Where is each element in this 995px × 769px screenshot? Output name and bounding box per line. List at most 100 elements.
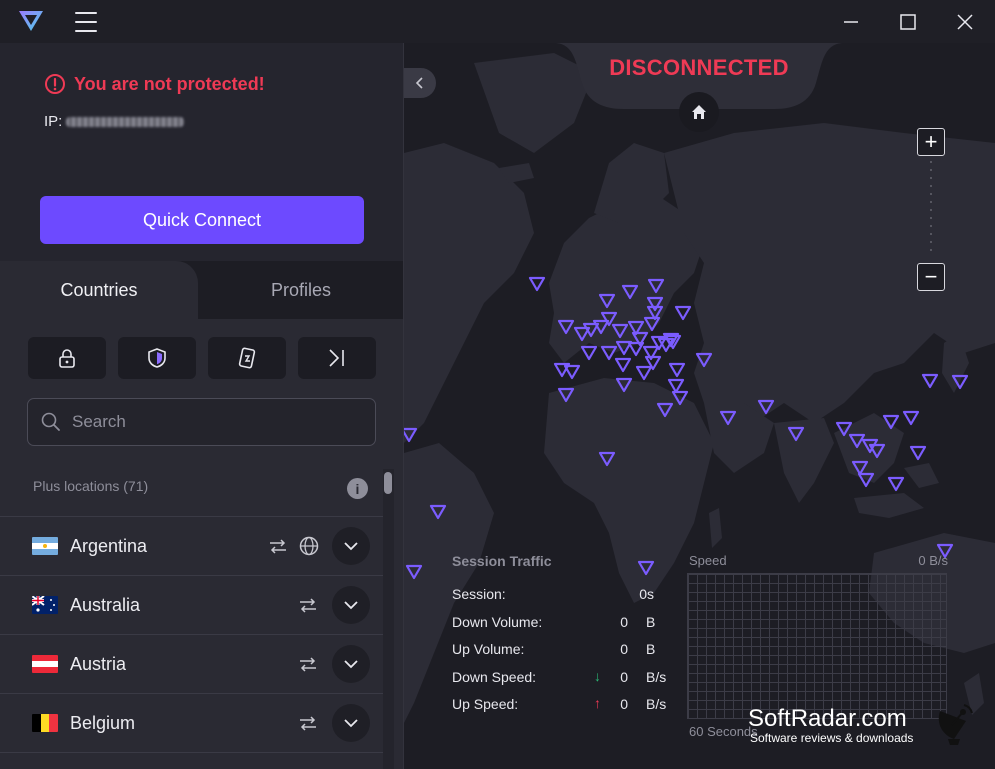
satellite-dish-icon bbox=[938, 704, 973, 745]
alert-circle-icon bbox=[45, 74, 65, 94]
info-icon[interactable]: i bbox=[347, 478, 368, 499]
country-row-argentina[interactable]: Argentina bbox=[0, 516, 383, 575]
ip-label: IP: bbox=[44, 113, 63, 130]
softradar-watermark: SoftRadar.com Software reviews & downloa… bbox=[748, 704, 978, 749]
server-marker-icon[interactable] bbox=[909, 445, 927, 461]
home-icon bbox=[692, 105, 706, 119]
close-button[interactable] bbox=[942, 6, 988, 38]
session-value: 0s bbox=[639, 586, 654, 602]
country-row-austria[interactable]: Austria bbox=[0, 634, 383, 693]
server-marker-icon[interactable] bbox=[614, 357, 632, 373]
up-volume-label: Up Volume: bbox=[452, 641, 525, 657]
country-row-australia[interactable]: Australia bbox=[0, 575, 383, 634]
collapse-sidebar-button[interactable] bbox=[404, 68, 436, 98]
server-marker-icon[interactable] bbox=[674, 305, 692, 321]
warning-text: You are not protected! bbox=[74, 73, 265, 94]
country-name: Austria bbox=[70, 653, 127, 674]
sidebar: You are not protected! IP: Quick Connect… bbox=[0, 43, 404, 769]
expand-belgium-button[interactable] bbox=[332, 704, 370, 742]
title-bar bbox=[0, 0, 995, 43]
down-speed-value: 0 bbox=[620, 669, 628, 685]
filter-split-button[interactable] bbox=[298, 337, 376, 379]
maximize-button[interactable] bbox=[885, 6, 931, 38]
scrollbar-thumb[interactable] bbox=[384, 472, 392, 494]
zoom-in-button[interactable]: + bbox=[917, 128, 945, 156]
filter-bar bbox=[28, 337, 376, 379]
countries-panel: Plus locations (71) i Argentina bbox=[0, 319, 403, 769]
australia-flag-icon bbox=[32, 596, 58, 614]
quick-connect-button[interactable]: Quick Connect bbox=[40, 196, 364, 244]
search-input[interactable] bbox=[72, 412, 352, 432]
server-marker-icon[interactable] bbox=[635, 365, 653, 381]
up-speed-unit: B/s bbox=[646, 696, 667, 712]
session-traffic-title: Session Traffic bbox=[452, 553, 552, 569]
expand-australia-button[interactable] bbox=[332, 586, 370, 624]
down-arrow-icon: ↓ bbox=[594, 668, 601, 684]
server-marker-icon[interactable] bbox=[921, 373, 939, 389]
server-marker-icon[interactable] bbox=[563, 364, 581, 380]
filter-streaming-button[interactable] bbox=[208, 337, 286, 379]
country-name: Belgium bbox=[70, 712, 136, 733]
down-volume-unit: B bbox=[646, 614, 656, 630]
lock-icon bbox=[59, 349, 75, 368]
country-row-next bbox=[0, 752, 383, 769]
server-marker-icon[interactable] bbox=[902, 410, 920, 426]
hamburger-menu-icon[interactable] bbox=[72, 10, 100, 34]
watermark-title: SoftRadar.com bbox=[748, 705, 907, 732]
p2p-arrows-icon bbox=[270, 539, 286, 554]
home-button[interactable] bbox=[679, 92, 719, 132]
chevron-down-icon bbox=[344, 719, 358, 728]
sidebar-tabs: Countries Profiles bbox=[0, 261, 403, 319]
p2p-arrows-icon bbox=[300, 657, 316, 672]
zoom-track[interactable] bbox=[930, 161, 932, 257]
down-speed-label: Down Speed: bbox=[452, 669, 537, 685]
up-arrow-icon: ↑ bbox=[594, 695, 601, 711]
speed-chart-label: Speed bbox=[689, 553, 727, 568]
ip-address-redacted bbox=[66, 116, 185, 127]
filter-netshield-button[interactable] bbox=[118, 337, 196, 379]
arrow-bar-icon bbox=[329, 349, 344, 367]
maximize-icon bbox=[900, 14, 916, 30]
server-marker-icon[interactable] bbox=[667, 378, 685, 394]
expand-austria-button[interactable] bbox=[332, 645, 370, 683]
up-speed-label: Up Speed: bbox=[452, 696, 519, 712]
p2p-arrows-icon bbox=[300, 598, 316, 613]
down-speed-unit: B/s bbox=[646, 669, 667, 685]
speed-chart-value: 0 B/s bbox=[918, 553, 948, 568]
country-name: Australia bbox=[70, 594, 141, 615]
down-volume-label: Down Volume: bbox=[452, 614, 543, 630]
belgium-flag-icon bbox=[32, 714, 58, 732]
search-icon bbox=[41, 412, 60, 431]
scrollbar-track[interactable] bbox=[383, 469, 394, 769]
connection-status: DISCONNECTED bbox=[609, 55, 789, 80]
server-marker-icon[interactable] bbox=[528, 276, 546, 292]
country-name: Argentina bbox=[70, 535, 148, 556]
shield-icon bbox=[148, 348, 166, 368]
expand-argentina-button[interactable] bbox=[332, 527, 370, 565]
server-marker-icon[interactable] bbox=[668, 362, 686, 378]
world-map[interactable]: DISCONNECTED + − Session Traffic Session… bbox=[404, 43, 995, 769]
protection-warning: You are not protected! bbox=[44, 73, 265, 95]
server-marker-icon[interactable] bbox=[887, 476, 905, 492]
server-marker-icon[interactable] bbox=[627, 341, 645, 357]
argentina-flag-icon bbox=[32, 537, 58, 555]
protonvpn-logo-icon bbox=[19, 11, 43, 31]
country-row-belgium[interactable]: Belgium bbox=[0, 693, 383, 752]
zoom-out-button[interactable]: − bbox=[917, 263, 945, 291]
close-icon bbox=[957, 14, 973, 30]
watermark-subtitle: Software reviews & downloads bbox=[750, 731, 914, 745]
session-label: Session: bbox=[452, 586, 506, 602]
chevron-down-icon bbox=[344, 601, 358, 610]
filter-secure-core-button[interactable] bbox=[28, 337, 106, 379]
server-marker-icon[interactable] bbox=[580, 345, 598, 361]
tab-countries[interactable]: Countries bbox=[0, 261, 198, 319]
minimize-button[interactable] bbox=[828, 6, 874, 38]
down-volume-value: 0 bbox=[620, 614, 628, 630]
search-box bbox=[27, 398, 376, 446]
speed-chart-grid bbox=[687, 573, 947, 719]
tab-profiles[interactable]: Profiles bbox=[198, 261, 403, 319]
plus-locations-label: Plus locations (71) bbox=[33, 478, 149, 494]
phone-icon bbox=[238, 347, 256, 369]
up-speed-value: 0 bbox=[620, 696, 628, 712]
chevron-down-icon bbox=[344, 660, 358, 669]
